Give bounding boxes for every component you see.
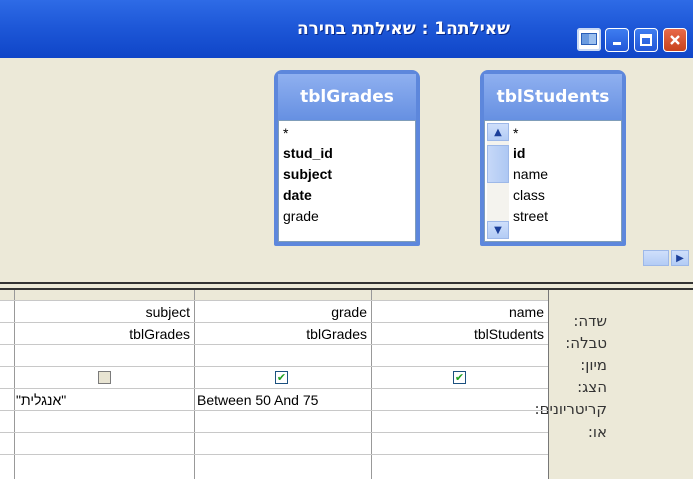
design-grid: שדה: טבלה: מיון: הצג: קריטריונים: או: su… (0, 290, 693, 479)
column-divider (371, 290, 372, 479)
row-label-table: טבלה: (565, 334, 607, 352)
check-icon: ✔ (454, 371, 465, 384)
row-divider (0, 300, 548, 301)
title-bar: שאילתה1 : שאילתת בחירה (0, 0, 693, 58)
row-label-show: הצג: (577, 378, 607, 396)
field-item[interactable]: * (513, 125, 518, 141)
row-divider (0, 322, 548, 323)
show-checkbox[interactable] (98, 371, 111, 384)
minimize-button[interactable] (605, 28, 629, 52)
field-item[interactable]: name (513, 166, 548, 182)
window-title: שאילתה1 : שאילתת בחירה (296, 19, 510, 39)
show-checkbox[interactable]: ✔ (453, 371, 466, 384)
column-divider (548, 290, 549, 479)
field-item[interactable]: class (513, 187, 545, 203)
row-label-or: או: (587, 423, 607, 441)
column-divider (194, 290, 195, 479)
row-divider (0, 432, 548, 433)
field-item[interactable]: stud_id (283, 145, 333, 161)
field-item[interactable]: id (513, 145, 525, 161)
row-label-field: שדה: (573, 312, 607, 330)
scroll-right-icon[interactable]: ▶ (671, 250, 689, 266)
column-divider (14, 290, 15, 479)
maximize-icon (640, 34, 652, 46)
field-item[interactable]: * (283, 125, 288, 141)
pane-splitter[interactable] (0, 282, 693, 290)
criteria-cell[interactable]: Between 50 And 75 (197, 392, 318, 408)
field-list-tblgrades[interactable]: tblGrades * stud_id subject date grade (274, 70, 420, 246)
field-cell[interactable]: name (509, 304, 544, 320)
row-label-sort: מיון: (580, 356, 607, 374)
field-item[interactable]: subject (283, 166, 332, 182)
field-item[interactable]: date (283, 187, 312, 203)
field-list: ▲ ▼ * id name class street (484, 120, 622, 242)
show-checkbox[interactable]: ✔ (275, 371, 288, 384)
table-cell[interactable]: tblGrades (129, 326, 190, 342)
field-cell[interactable]: subject (146, 304, 190, 320)
field-cell[interactable]: grade (331, 304, 367, 320)
row-divider (0, 388, 548, 389)
maximize-button[interactable] (634, 28, 658, 52)
vertical-scrollbar[interactable]: ▲ ▼ (487, 123, 509, 239)
row-divider (0, 344, 548, 345)
close-icon (670, 35, 680, 45)
table-title[interactable]: tblStudents (484, 74, 622, 120)
scroll-up-icon[interactable]: ▲ (487, 123, 509, 141)
field-list: * stud_id subject date grade (278, 120, 416, 242)
scroll-thumb[interactable] (643, 250, 669, 266)
check-icon: ✔ (276, 371, 287, 384)
field-item[interactable]: grade (283, 208, 319, 224)
scroll-thumb[interactable] (487, 145, 509, 183)
scroll-down-icon[interactable]: ▼ (487, 221, 509, 239)
field-item[interactable]: street (513, 208, 548, 224)
table-cell[interactable]: tblStudents (474, 326, 544, 342)
table-cell[interactable]: tblGrades (306, 326, 367, 342)
horizontal-scrollbar[interactable]: ▶ (643, 248, 691, 268)
close-button[interactable] (663, 28, 687, 52)
row-divider (0, 366, 548, 367)
minimize-icon (613, 42, 621, 45)
field-list-tblstudents[interactable]: tblStudents ▲ ▼ * id name class street (480, 70, 626, 246)
window-icon[interactable] (577, 28, 601, 51)
row-divider (0, 454, 548, 455)
row-labels: שדה: טבלה: מיון: הצג: קריטריונים: או: (535, 290, 693, 479)
row-label-criteria: קריטריונים: (534, 400, 607, 418)
table-title[interactable]: tblGrades (278, 74, 416, 120)
criteria-cell[interactable]: "אנגלית" (16, 392, 66, 408)
table-pane: tblGrades * stud_id subject date grade t… (0, 58, 693, 282)
row-divider (0, 410, 548, 411)
